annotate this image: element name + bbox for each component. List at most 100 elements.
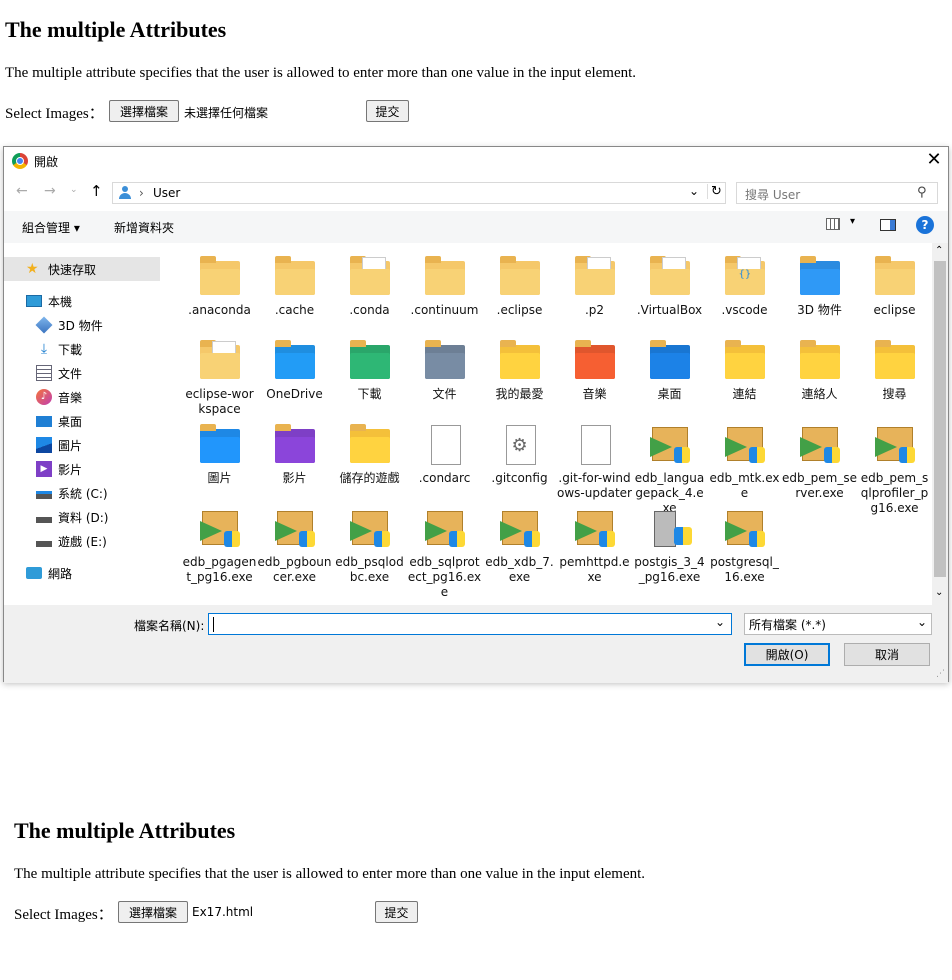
choose-file-button[interactable]: 選擇檔案 (109, 100, 179, 122)
file-item[interactable]: 圖片 (182, 423, 257, 486)
drive-icon (36, 541, 52, 547)
organize-button[interactable]: 組合管理 ▾ (22, 219, 80, 236)
file-item[interactable]: OneDrive (257, 339, 332, 402)
sidebar-item-network[interactable]: 網路 (4, 561, 160, 585)
file-item[interactable]: pemhttpd.exe (557, 507, 632, 585)
installer-icon (798, 423, 842, 467)
folder-icon (273, 255, 317, 299)
file-name: pemhttpd.exe (559, 555, 630, 584)
file-item[interactable]: 下載 (332, 339, 407, 402)
file-item[interactable]: 連絡人 (782, 339, 857, 402)
sidebar-item-drive-e[interactable]: 遊戲 (E:) (4, 529, 160, 553)
resize-grip-icon[interactable]: ⋰ (936, 669, 945, 679)
file-item[interactable]: 影片 (257, 423, 332, 486)
cancel-button[interactable]: 取消 (844, 643, 930, 666)
file-item[interactable]: edb_pgagent_pg16.exe (182, 507, 257, 585)
file-item[interactable]: 音樂 (557, 339, 632, 402)
file-item[interactable]: .continuum (407, 255, 482, 318)
close-icon[interactable]: ✕ (922, 149, 946, 173)
video-folder-icon (273, 423, 317, 467)
file-item[interactable]: 我的最愛 (482, 339, 557, 402)
new-folder-button[interactable]: 新增資料夾 (114, 219, 174, 236)
scroll-up-icon[interactable]: ⌃ (935, 245, 943, 256)
file-name: 圖片 (207, 471, 232, 485)
filter-dropdown-icon: ⌄ (916, 615, 927, 629)
choose-file-button-2[interactable]: 選擇檔案 (118, 901, 188, 923)
filename-dropdown-icon[interactable]: ⌄ (715, 615, 725, 629)
file-item[interactable]: {} .vscode (707, 255, 782, 318)
sidebar-item-videos[interactable]: ▶ 影片 (4, 457, 160, 481)
submit-button[interactable]: 提交 (366, 100, 409, 122)
cloud-folder-icon (273, 339, 317, 383)
back-arrow-icon[interactable]: ← (16, 183, 28, 199)
file-item[interactable]: .git-for-windows-updater (557, 423, 632, 501)
file-item[interactable]: .conda (332, 255, 407, 318)
file-name: .p2 (584, 303, 605, 317)
open-button[interactable]: 開啟(O) (744, 643, 830, 666)
submit-button-2[interactable]: 提交 (375, 901, 418, 923)
file-item[interactable]: .p2 (557, 255, 632, 318)
file-item[interactable]: .cache (257, 255, 332, 318)
up-arrow-icon[interactable]: ↑ (90, 182, 103, 200)
address-bar[interactable]: › User ⌄ ↻ (112, 182, 726, 204)
file-item[interactable]: .VirtualBox (632, 255, 707, 318)
sidebar-item-downloads[interactable]: ⤓ 下載 (4, 337, 160, 361)
address-dropdown-icon[interactable]: ⌄ (689, 184, 699, 198)
file-item[interactable]: 文件 (407, 339, 482, 402)
file-item[interactable]: edb_sqlprotect_pg16.exe (407, 507, 482, 600)
file-list-scrollbar[interactable]: ⌃ ⌄ (932, 243, 948, 605)
file-item[interactable]: 桌面 (632, 339, 707, 402)
file-item[interactable]: edb_mtk.exe (707, 423, 782, 501)
file-item[interactable]: edb_pem_sqlprofiler_pg16.exe (857, 423, 932, 516)
dialog-title: 開啟 (34, 155, 59, 169)
file-item[interactable]: .condarc (407, 423, 482, 486)
file-item[interactable]: edb_pem_server.exe (782, 423, 857, 501)
file-item[interactable]: 儲存的遊戲 (332, 423, 407, 486)
file-type-filter[interactable]: 所有檔案 (*.*) ⌄ (744, 613, 932, 635)
video-icon: ▶ (36, 461, 52, 477)
scroll-down-icon[interactable]: ⌄ (935, 587, 943, 598)
sidebar-item-music[interactable]: ♪ 音樂 (4, 385, 160, 409)
file-item[interactable]: ⚙ .gitconfig (482, 423, 557, 486)
file-item[interactable]: 搜尋 (857, 339, 932, 402)
page-description: The multiple attribute specifies that th… (5, 65, 637, 81)
help-icon[interactable]: ? (916, 216, 934, 234)
sidebar-item-drive-c[interactable]: 系統 (C:) (4, 481, 160, 505)
file-item[interactable]: eclipse-workspace (182, 339, 257, 417)
file-item[interactable]: .anaconda (182, 255, 257, 318)
file-item[interactable]: edb_languagepack_4.exe (632, 423, 707, 516)
file-name: 3D 物件 (797, 303, 842, 317)
file-item[interactable]: postgresql_16.exe (707, 507, 782, 585)
file-item[interactable]: edb_psqlodbc.exe (332, 507, 407, 585)
file-name: 連絡人 (801, 387, 838, 401)
refresh-icon[interactable]: ↻ (707, 184, 725, 199)
sidebar-item-label: 3D 物件 (58, 318, 103, 333)
sidebar-item-pictures[interactable]: 圖片 (4, 433, 160, 457)
scrollbar-thumb[interactable] (934, 261, 946, 577)
sidebar-item-documents[interactable]: 文件 (4, 361, 160, 385)
forward-arrow-icon[interactable]: → (44, 183, 56, 199)
filename-input[interactable]: ⌄ (208, 613, 732, 635)
file-item[interactable]: 3D 物件 (782, 255, 857, 318)
file-item[interactable]: edb_xdb_7.exe (482, 507, 557, 585)
file-name: eclipse-workspace (185, 387, 254, 416)
file-item[interactable]: edb_pgbouncer.exe (257, 507, 332, 585)
file-name: edb_pgagent_pg16.exe (182, 555, 257, 584)
file-item[interactable]: .eclipse (482, 255, 557, 318)
recent-dropdown-icon[interactable]: ⌄ (70, 185, 78, 195)
view-options-icon[interactable] (826, 218, 840, 230)
sidebar-item-drive-d[interactable]: 資料 (D:) (4, 505, 160, 529)
file-name: .vscode (721, 303, 768, 317)
sidebar-item-quick-access[interactable]: ★ 快速存取 (4, 257, 160, 281)
sidebar-item-this-pc[interactable]: 本機 (4, 289, 160, 313)
sidebar-item-desktop[interactable]: 桌面 (4, 409, 160, 433)
search-box[interactable]: 搜尋 User ⚲ (736, 182, 938, 204)
file-item[interactable]: postgis_3_4_pg16.exe (632, 507, 707, 585)
view-dropdown-icon[interactable]: ▾ (850, 216, 855, 227)
sidebar-item-3d-objects[interactable]: 3D 物件 (4, 313, 160, 337)
download-folder-icon (348, 339, 392, 383)
file-item[interactable]: 連結 (707, 339, 782, 402)
file-item[interactable]: eclipse (857, 255, 932, 318)
preview-pane-icon[interactable] (880, 219, 896, 231)
file-name: .conda (349, 303, 390, 317)
